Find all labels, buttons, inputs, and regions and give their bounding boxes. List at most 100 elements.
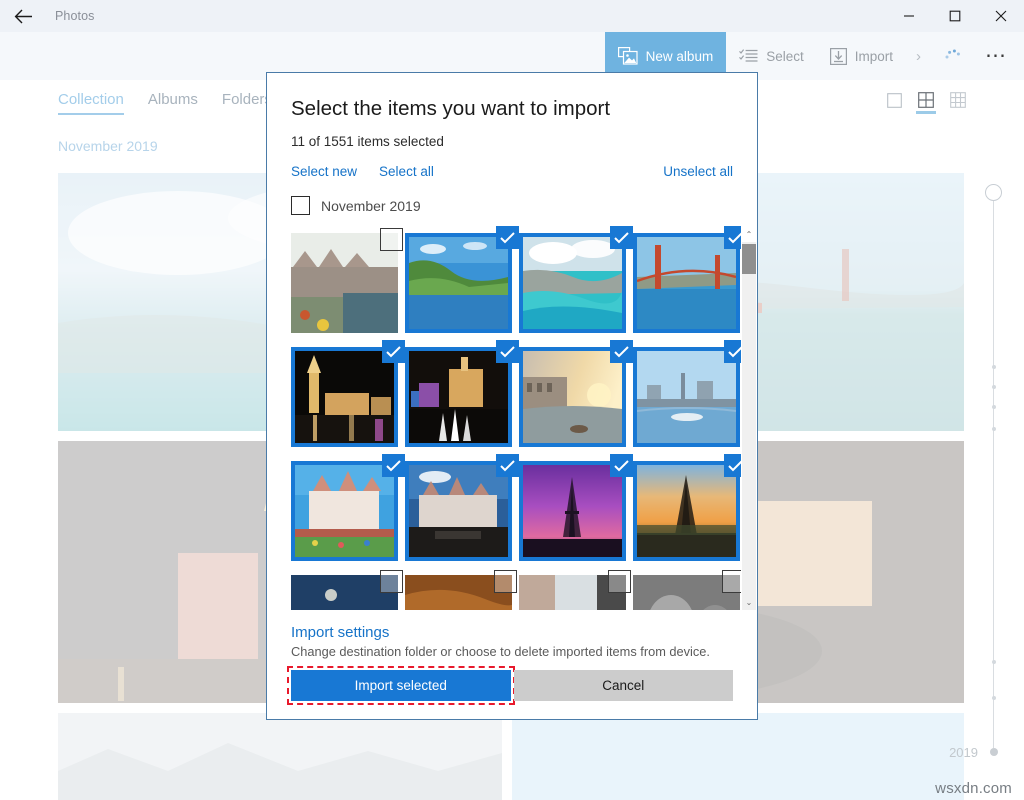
minimize-icon	[903, 10, 915, 22]
thumbnail-checkbox[interactable]	[608, 570, 631, 593]
thumbnail-item[interactable]	[519, 340, 633, 454]
app-title: Photos	[55, 9, 95, 23]
close-icon	[995, 10, 1007, 22]
import-icon	[830, 48, 847, 65]
new-album-icon	[618, 47, 638, 65]
checkmark-icon	[614, 346, 629, 358]
thumbnail-item[interactable]	[633, 340, 747, 454]
group-header-row[interactable]: November 2019	[267, 196, 757, 215]
dialog-title: Select the items you want to import	[291, 97, 733, 121]
maximize-icon	[949, 10, 961, 22]
thumbnail-item[interactable]	[519, 226, 633, 340]
view-grid-2x2-icon[interactable]	[916, 92, 936, 114]
thumbnail-checkbox-checked[interactable]	[610, 340, 633, 363]
thumbnail-checkbox-checked[interactable]	[496, 340, 519, 363]
timeline-dot	[992, 696, 996, 700]
timeline-dot	[992, 385, 996, 389]
photos-app-window: Photos	[0, 0, 1024, 800]
thumbnail-checkbox[interactable]	[380, 228, 403, 251]
import-dialog: Select the items you want to import 11 o…	[266, 72, 758, 720]
thumbnail-grid-container: ⌃ ⌄	[267, 226, 757, 610]
more-options-button[interactable]: ⋯	[973, 32, 1024, 80]
thumbnail-item[interactable]	[405, 568, 519, 610]
view-size-switcher	[884, 92, 1024, 114]
timeline-track	[993, 192, 994, 748]
timeline-dot	[992, 405, 996, 409]
thumbnail-checkbox-checked[interactable]	[496, 226, 519, 249]
loading-spinner-icon	[931, 44, 973, 69]
unselect-all-link[interactable]: Unselect all	[663, 164, 733, 179]
window-controls	[886, 0, 1024, 32]
import-selected-button[interactable]: Import selected	[291, 670, 511, 701]
thumbnail-item[interactable]	[519, 454, 633, 568]
thumbnail-item[interactable]	[405, 226, 519, 340]
thumbnail-checkbox-checked[interactable]	[496, 454, 519, 477]
maximize-button[interactable]	[932, 0, 978, 32]
select-icon	[739, 48, 758, 64]
dialog-selection-links: Select new Select all Unselect all	[291, 164, 733, 179]
thumbnail-checkbox-checked[interactable]	[382, 454, 405, 477]
timeline-year-dot	[990, 748, 998, 756]
group-label: November 2019	[321, 198, 421, 214]
thumbnail-item[interactable]	[633, 454, 747, 568]
checkmark-icon	[614, 232, 629, 244]
close-button[interactable]	[978, 0, 1024, 32]
dialog-subtitle: 11 of 1551 items selected	[291, 134, 733, 149]
dialog-scrollbar[interactable]: ⌃ ⌄	[741, 226, 757, 610]
thumbnail-item[interactable]	[291, 226, 405, 340]
timeline-scrollbar[interactable]: 2019	[982, 180, 1006, 760]
collection-photo[interactable]	[512, 713, 964, 800]
tab-collection[interactable]: Collection	[58, 91, 124, 115]
select-all-link[interactable]: Select all	[379, 164, 434, 179]
thumbnail-checkbox-checked[interactable]	[610, 454, 633, 477]
thumbnail-checkbox-checked[interactable]	[610, 226, 633, 249]
scroll-down-arrow-icon[interactable]: ⌄	[741, 594, 757, 610]
timeline-dot	[992, 365, 996, 369]
thumbnail-item[interactable]	[633, 226, 747, 340]
watermark: wsxdn.com	[935, 780, 1012, 797]
thumbnail-checkbox[interactable]	[494, 570, 517, 593]
checkmark-icon	[386, 460, 401, 472]
scrollbar-thumb[interactable]	[742, 244, 756, 274]
tab-folders[interactable]: Folders	[222, 91, 272, 115]
thumbnail-grid	[291, 226, 743, 610]
thumbnail-item[interactable]	[405, 340, 519, 454]
minimize-button[interactable]	[886, 0, 932, 32]
thumbnail-item[interactable]	[519, 568, 633, 610]
cancel-button[interactable]: Cancel	[514, 670, 734, 701]
back-arrow-icon	[14, 9, 33, 24]
timeline-handle[interactable]	[985, 184, 1002, 201]
import-settings-link[interactable]: Import settings	[291, 624, 733, 641]
checkmark-icon	[386, 346, 401, 358]
scroll-up-arrow-icon[interactable]: ⌃	[741, 226, 757, 242]
thumbnail-checkbox[interactable]	[380, 570, 403, 593]
timeline-dot	[992, 427, 996, 431]
thumbnail-item[interactable]	[291, 568, 405, 610]
thumbnail-item[interactable]	[405, 454, 519, 568]
select-new-link[interactable]: Select new	[291, 164, 357, 179]
dialog-header: Select the items you want to import 11 o…	[267, 73, 757, 179]
scrollbar-track[interactable]	[742, 242, 756, 610]
checkmark-icon	[500, 460, 515, 472]
group-checkbox[interactable]	[291, 196, 310, 215]
title-bar: Photos	[0, 0, 1024, 32]
collection-photo[interactable]	[58, 713, 502, 800]
overflow-chevron-icon[interactable]: ›	[906, 48, 931, 65]
select-label: Select	[766, 49, 804, 64]
back-button[interactable]	[0, 0, 46, 32]
thumbnail-item[interactable]	[633, 568, 747, 610]
dialog-footer: Import settings Change destination folde…	[267, 610, 757, 719]
import-settings-description: Change destination folder or choose to d…	[291, 644, 733, 659]
import-label: Import	[855, 49, 893, 64]
thumbnail-item[interactable]	[291, 340, 405, 454]
view-grid-3x3-icon[interactable]	[948, 92, 968, 114]
view-single-icon[interactable]	[884, 92, 904, 114]
timeline-dot	[992, 660, 996, 664]
checkmark-icon	[500, 232, 515, 244]
timeline-year-label: 2019	[949, 745, 978, 760]
thumbnail-checkbox-checked[interactable]	[382, 340, 405, 363]
new-album-label: New album	[646, 49, 714, 64]
thumbnail-item[interactable]	[291, 454, 405, 568]
import-button[interactable]: Import	[817, 32, 906, 80]
tab-albums[interactable]: Albums	[148, 91, 198, 115]
